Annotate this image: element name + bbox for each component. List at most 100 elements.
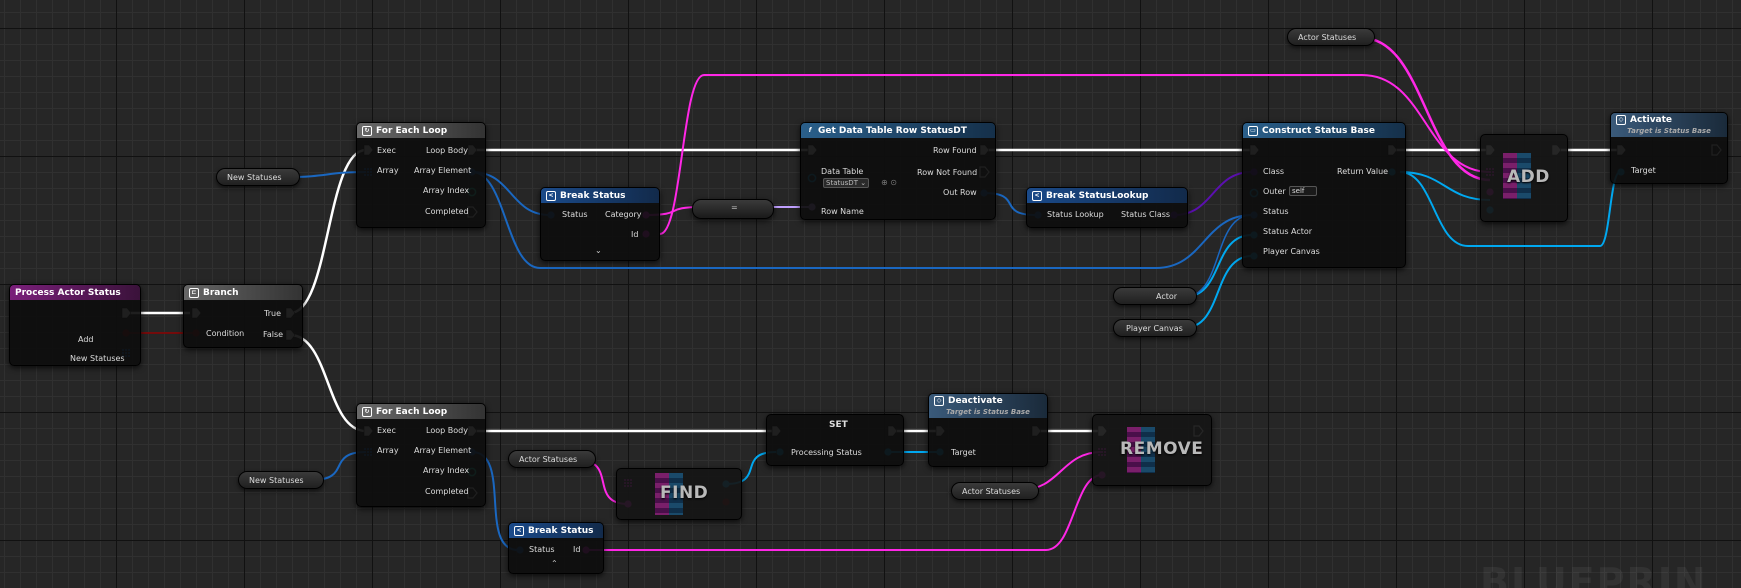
construct-status-base[interactable]: ▭ Construct Status Base Class Outer self … [1242, 122, 1406, 268]
event-process-actor-status[interactable]: Process Actor Status Add New Statuses [9, 284, 141, 366]
status-actor-label: Status Actor [1263, 227, 1313, 236]
loop2-array-index-label: Array Index [423, 466, 470, 475]
event-title: Process Actor Status [15, 287, 121, 298]
loop-icon: ↻ [362, 406, 372, 417]
var-label: Actor [1156, 292, 1178, 301]
datatable-title: Get Data Table Row StatusDT [818, 125, 967, 136]
deactivate-subtitle: Target is Status Base [946, 408, 1030, 416]
deactivate-node[interactable]: ◇ Deactivate Target is Status Base Target [928, 393, 1048, 467]
var-label: Actor Statuses [1298, 33, 1357, 42]
datatable-header[interactable]: f Get Data Table Row StatusDT [801, 123, 995, 138]
remove-label: REMOVE [1120, 439, 1204, 459]
loop2-completed-label: Completed [425, 487, 469, 496]
branch-header[interactable]: ⊏ Branch [184, 285, 302, 300]
break-status-1[interactable]: < Break Status Status Category Id ⌄ [540, 187, 660, 261]
deactivate-target-label: Target [951, 448, 976, 457]
convert-node[interactable]: = [692, 199, 774, 219]
loop-icon: ↻ [362, 125, 372, 136]
activate-subtitle: Target is Status Base [1627, 127, 1711, 135]
construct-header[interactable]: ▭ Construct Status Base [1243, 123, 1405, 138]
condition-label: Condition [206, 329, 245, 338]
function-icon: f [808, 126, 812, 134]
break-status-2[interactable]: < Break Status Status Id ⌃ [508, 522, 604, 574]
var-actor-statuses-remove[interactable]: Actor Statuses [951, 482, 1039, 500]
loop1-header[interactable]: ↻ For Each Loop [357, 123, 485, 138]
var-label: Actor Statuses [519, 455, 578, 464]
activate-header[interactable]: ◇ Activate Target is Status Base [1611, 113, 1727, 137]
player-canvas-label: Player Canvas [1263, 247, 1320, 256]
var-actor[interactable]: Actor [1113, 287, 1197, 305]
deactivate-header[interactable]: ◇ Deactivate Target is Status Base [929, 394, 1047, 418]
breaklookup-header[interactable]: < Break StatusLookup [1027, 188, 1187, 203]
collapse-chevron-icon[interactable]: ⌃ [551, 559, 558, 568]
branch-icon: ⊏ [189, 287, 199, 298]
loop2-header[interactable]: ↻ For Each Loop [357, 404, 485, 419]
browse-icon[interactable]: ⊕ ⊙ [881, 178, 897, 187]
activate-node[interactable]: ◇ Activate Target is Status Base Target [1610, 112, 1728, 184]
loop1-array-element-label: Array Element [414, 166, 472, 175]
var-new-statuses-1[interactable]: New Statuses [216, 168, 300, 186]
loop1-exec-label: Exec [377, 146, 396, 155]
loop1-title: For Each Loop [376, 125, 448, 136]
status-lookup-label: Status Lookup [1047, 210, 1104, 219]
break1-category-label: Category [605, 210, 642, 219]
data-table-value: StatusDT [826, 179, 858, 187]
outer-input[interactable]: self [1289, 186, 1317, 196]
expand-chevron-icon[interactable]: ⌄ [595, 246, 602, 255]
var-label: New Statuses [227, 173, 282, 182]
false-label: False [263, 330, 284, 339]
blueprint-graph[interactable]: Process Actor Status Add New Statuses ⊏ B… [0, 0, 1741, 588]
data-table-label: Data Table [821, 167, 864, 176]
branch-title: Branch [203, 287, 239, 298]
loop1-array-index-label: Array Index [423, 186, 470, 195]
set-node[interactable]: SET Processing Status [766, 414, 904, 466]
break2-id-label: Id [573, 545, 581, 554]
loop1-completed-label: Completed [425, 207, 469, 216]
get-data-table-row[interactable]: f Get Data Table Row StatusDT Data Table … [800, 122, 996, 220]
construct-icon: ▭ [1248, 125, 1258, 136]
var-label: Player Canvas [1126, 324, 1183, 333]
break-status-lookup[interactable]: < Break StatusLookup Status Lookup Status… [1026, 187, 1188, 228]
branch-node[interactable]: ⊏ Branch Condition True False [183, 284, 303, 348]
var-actor-statuses-top[interactable]: Actor Statuses [1287, 28, 1375, 46]
deactivate-title: Deactivate [948, 396, 1003, 406]
var-actor-statuses-find[interactable]: Actor Statuses [508, 450, 596, 468]
loop2-array-label: Array [377, 446, 399, 455]
add-label: ADD [1507, 167, 1550, 187]
row-found-label: Row Found [933, 146, 977, 155]
break1-title: Break Status [560, 190, 626, 201]
loop2-array-element-label: Array Element [414, 446, 472, 455]
loop2-exec-label: Exec [377, 426, 396, 435]
new-statuses-label: New Statuses [70, 354, 125, 363]
find-label: FIND [660, 483, 709, 503]
var-new-statuses-2[interactable]: New Statuses [238, 471, 324, 489]
add-node[interactable]: ADD [1480, 134, 1568, 222]
data-table-select[interactable]: StatusDT ⌄ [823, 178, 870, 188]
status-class-label: Status Class [1121, 210, 1171, 219]
break2-status-label: Status [529, 545, 555, 554]
true-label: True [264, 309, 281, 318]
for-each-loop-2[interactable]: ↻ For Each Loop Exec Array Loop Body Arra… [356, 403, 486, 507]
var-player-canvas[interactable]: Player Canvas [1113, 319, 1197, 337]
row-name-label: Row Name [821, 207, 864, 216]
activate-target-label: Target [1631, 166, 1656, 175]
diamond-icon: ◇ [934, 396, 944, 406]
break1-status-label: Status [562, 210, 588, 219]
convert-label: = [731, 203, 738, 212]
break2-title: Break Status [528, 525, 594, 536]
outer-value: self [1292, 187, 1305, 195]
blueprint-watermark: BLUEPRIN [1480, 560, 1708, 588]
var-label: New Statuses [249, 476, 304, 485]
class-label: Class [1263, 167, 1285, 176]
set-title: SET [829, 420, 848, 430]
remove-node[interactable]: REMOVE [1092, 414, 1212, 486]
var-label: Actor Statuses [962, 487, 1021, 496]
break1-header[interactable]: < Break Status [541, 188, 659, 203]
find-node[interactable]: FIND [616, 468, 742, 520]
construct-status-label: Status [1263, 207, 1289, 216]
for-each-loop-1[interactable]: ↻ For Each Loop Exec Array Loop Body Arra… [356, 122, 486, 228]
processing-status-label: Processing Status [791, 448, 862, 457]
event-header[interactable]: Process Actor Status [10, 285, 140, 300]
break-icon: < [546, 190, 556, 201]
break2-header[interactable]: < Break Status [509, 523, 603, 538]
